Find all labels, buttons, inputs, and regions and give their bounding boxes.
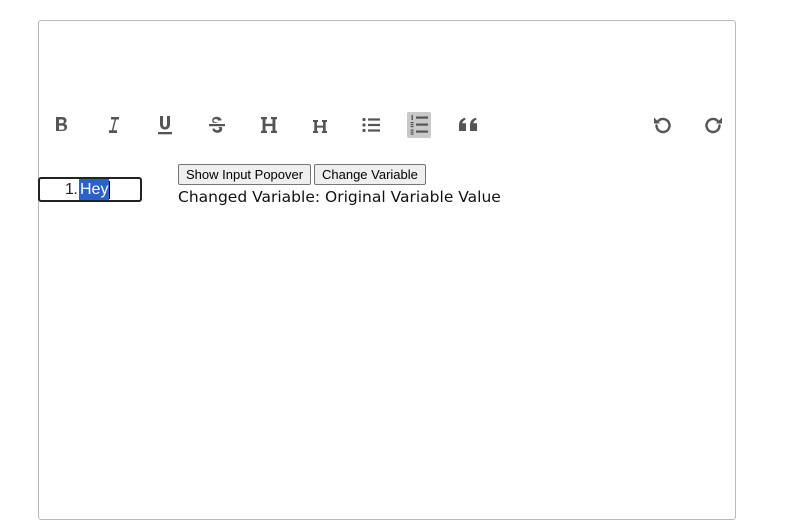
blockquote-button[interactable]: [456, 112, 480, 138]
list-number: 1.: [65, 181, 78, 198]
text-caret: [109, 181, 110, 199]
strikethrough-icon: [209, 116, 225, 133]
editor-content[interactable]: 1. Hey: [38, 177, 142, 202]
italic-icon: [109, 117, 119, 133]
undo-button[interactable]: [650, 112, 674, 138]
italic-button[interactable]: [101, 112, 125, 138]
heading-small-button[interactable]: [308, 112, 332, 138]
heading-small-icon: [313, 120, 327, 133]
bullet-list-icon: [362, 117, 380, 133]
selected-text[interactable]: Hey: [79, 179, 110, 200]
bullet-list-button[interactable]: [359, 112, 383, 138]
undo-icon: [654, 117, 671, 134]
bold-icon: [56, 117, 68, 131]
heading-large-button[interactable]: [257, 112, 281, 138]
quote-icon: [459, 117, 477, 131]
redo-button[interactable]: [702, 112, 726, 138]
change-variable-button[interactable]: Change Variable: [314, 164, 426, 185]
underline-icon: [158, 116, 172, 135]
bold-button[interactable]: [49, 112, 73, 138]
underline-button[interactable]: [153, 112, 177, 138]
ordered-list-icon: [410, 115, 428, 135]
show-input-popover-button[interactable]: Show Input Popover: [178, 164, 312, 185]
ordered-list-button[interactable]: [407, 112, 431, 138]
changed-variable-text: Changed Variable: Original Variable Valu…: [178, 188, 501, 206]
heading-large-icon: [261, 117, 277, 133]
redo-icon: [705, 117, 722, 134]
strikethrough-button[interactable]: [205, 112, 229, 138]
editor-frame: [38, 20, 736, 520]
